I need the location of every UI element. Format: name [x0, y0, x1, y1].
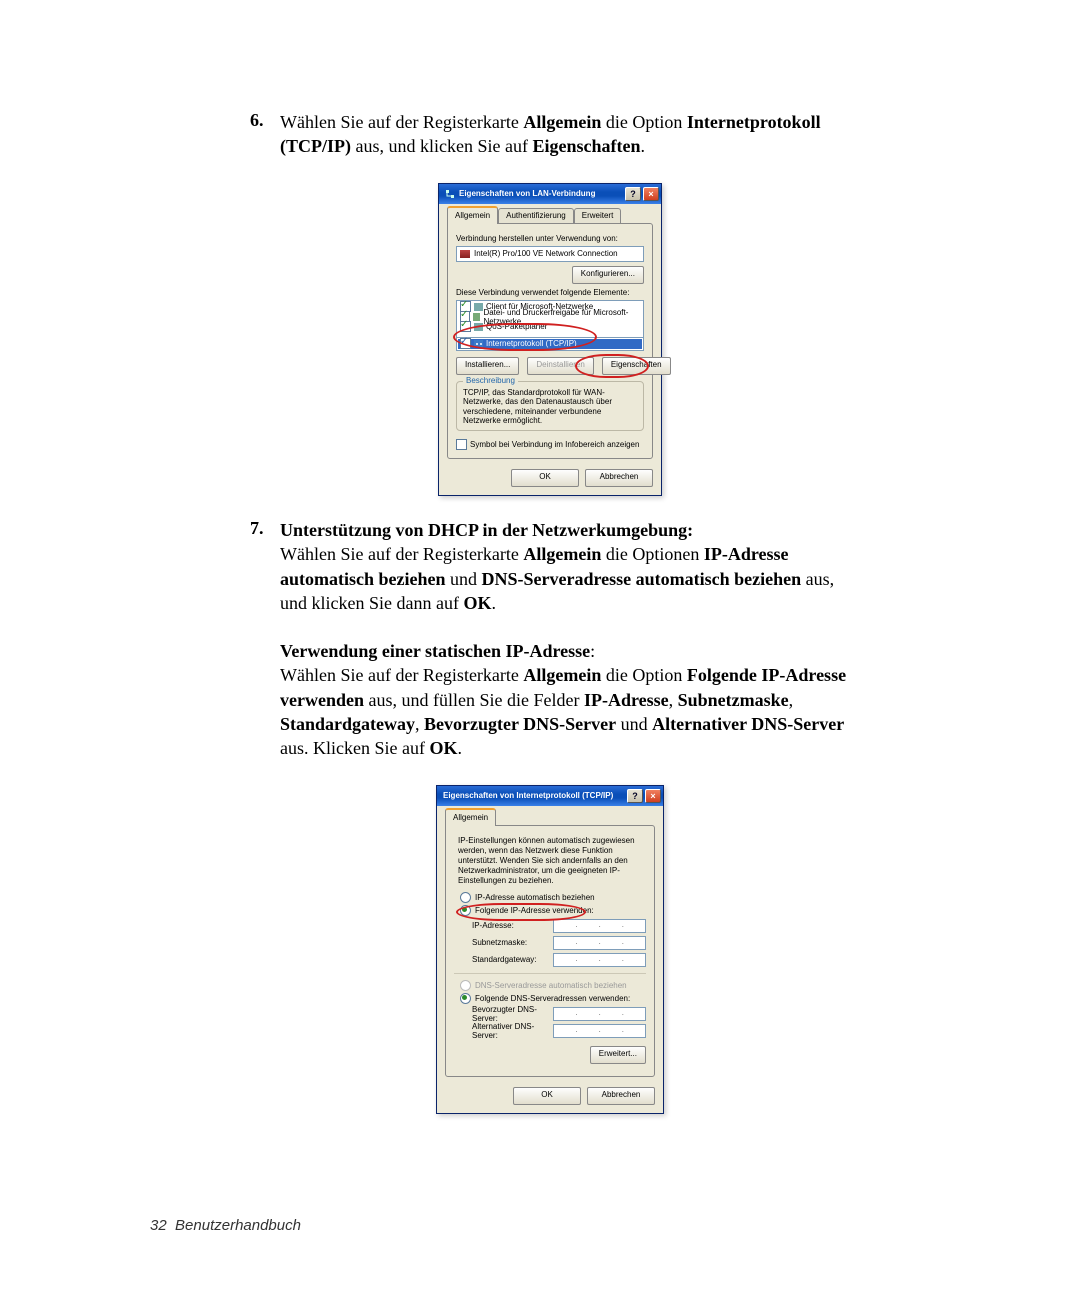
help-button[interactable]: ?	[625, 187, 641, 201]
radio-static-ip[interactable]: Folgende IP-Adresse verwenden:	[460, 905, 646, 916]
list-item-tcpip[interactable]: Internetprotokoll (TCP/IP)	[458, 339, 642, 349]
tray-icon-row[interactable]: Symbol bei Verbindung im Infobereich anz…	[456, 439, 644, 450]
gateway-input[interactable]: ...	[553, 953, 646, 967]
radio[interactable]	[460, 993, 471, 1004]
list-item-label: Internetprotokoll (TCP/IP)	[486, 339, 577, 348]
field-label: IP-Adresse:	[472, 921, 553, 930]
field-label: Bevorzugter DNS-Server:	[472, 1005, 553, 1023]
ip-address-input[interactable]: ...	[553, 919, 646, 933]
page-footer: 32 Benutzerhandbuch	[150, 1217, 301, 1234]
share-icon	[473, 313, 481, 321]
radio-label: Folgende DNS-Serveradressen verwenden:	[475, 994, 630, 1003]
description-group: Beschreibung TCP/IP, das Standardprotoko…	[456, 381, 644, 431]
nic-icon	[460, 250, 470, 258]
connection-icon	[445, 189, 455, 199]
radio[interactable]	[460, 892, 471, 903]
qos-icon	[474, 323, 483, 331]
tab-panel: Verbindung herstellen unter Verwendung v…	[447, 223, 653, 459]
radio-static-dns[interactable]: Folgende DNS-Serveradressen verwenden:	[460, 993, 646, 1004]
step-7-number: 7.	[250, 518, 280, 761]
dns-alt-input[interactable]: ...	[553, 1024, 646, 1038]
tab-allgemein[interactable]: Allgemein	[445, 808, 496, 826]
tray-label: Symbol bei Verbindung im Infobereich anz…	[470, 440, 639, 449]
static-ip-heading: Verwendung einer statischen IP-Adresse	[280, 641, 590, 661]
group-title: Beschreibung	[463, 376, 518, 385]
close-button[interactable]: ×	[645, 789, 661, 803]
uninstall-button: Deinstallieren	[527, 357, 593, 375]
adapter-field[interactable]: Intel(R) Pro/100 VE Network Connection	[456, 246, 644, 262]
configure-button[interactable]: Konfigurieren...	[572, 266, 644, 284]
help-button[interactable]: ?	[627, 789, 643, 803]
ok-button[interactable]: OK	[513, 1087, 581, 1105]
bold: Eigenschaften	[532, 136, 640, 156]
tab-erweitert[interactable]: Erweitert	[574, 208, 622, 223]
titlebar: Eigenschaften von Internetprotokoll (TCP…	[437, 786, 663, 806]
dns-alt-row: Alternativer DNS-Server:...	[472, 1024, 646, 1038]
tab-allgemein[interactable]: Allgemein	[447, 206, 498, 224]
text: die Option	[601, 112, 687, 132]
radio-label: Folgende IP-Adresse verwenden:	[475, 906, 594, 915]
text: Wählen Sie auf der Registerkarte	[280, 112, 523, 132]
radio-auto-ip[interactable]: IP-Adresse automatisch beziehen	[460, 892, 646, 903]
radio-label: DNS-Serveradresse automatisch beziehen	[475, 981, 627, 990]
advanced-button[interactable]: Erweitert...	[590, 1046, 646, 1064]
client-icon	[474, 303, 483, 311]
install-button[interactable]: Installieren...	[456, 357, 519, 375]
tray-checkbox[interactable]	[456, 439, 467, 450]
lan-properties-dialog: Eigenschaften von LAN-Verbindung ? × All…	[438, 183, 662, 496]
checkbox[interactable]	[460, 321, 471, 332]
dns-primary-input[interactable]: ...	[553, 1007, 646, 1021]
description-text: TCP/IP, das Standardprotokoll für WAN-Ne…	[463, 388, 637, 426]
network-icon	[474, 340, 483, 348]
text: aus, und klicken Sie auf	[351, 136, 532, 156]
tabs: Allgemein Authentifizierung Erweitert	[447, 206, 653, 224]
radio[interactable]	[460, 905, 471, 916]
bold: Allgemein	[523, 112, 601, 132]
gateway-row: Standardgateway:...	[472, 953, 646, 967]
screenshot-lan-properties: Eigenschaften von LAN-Verbindung ? × All…	[250, 183, 850, 496]
uses-label: Diese Verbindung verwendet folgende Elem…	[456, 288, 644, 297]
step-6: 6. Wählen Sie auf der Registerkarte Allg…	[250, 110, 850, 159]
footer-label: Benutzerhandbuch	[175, 1217, 301, 1234]
list-item-label: QoS-Paketplaner	[486, 322, 547, 331]
screenshot-tcpip-properties: Eigenschaften von Internetprotokoll (TCP…	[250, 785, 850, 1114]
titlebar: Eigenschaften von LAN-Verbindung ? ×	[439, 184, 661, 204]
step-7: 7. Unterstützung von DHCP in der Netzwer…	[250, 518, 850, 761]
tabs: Allgemein	[445, 808, 655, 826]
title-text: Eigenschaften von LAN-Verbindung	[459, 189, 623, 198]
title-text: Eigenschaften von Internetprotokoll (TCP…	[443, 791, 625, 800]
step-7-para2: Wählen Sie auf der Registerkarte Allgeme…	[280, 663, 850, 760]
step-7-body: Unterstützung von DHCP in der Netzwerkum…	[280, 518, 850, 761]
dhcp-heading: Unterstützung von DHCP in der Netzwerkum…	[280, 520, 693, 540]
step-6-number: 6.	[250, 110, 280, 159]
field-label: Subnetzmaske:	[472, 938, 553, 947]
subnet-input[interactable]: ...	[553, 936, 646, 950]
tab-auth[interactable]: Authentifizierung	[498, 208, 574, 223]
page-number: 32	[150, 1217, 167, 1234]
radio	[460, 980, 471, 991]
ip-address-row: IP-Adresse:...	[472, 919, 646, 933]
properties-button[interactable]: Eigenschaften	[602, 357, 671, 375]
ok-button[interactable]: OK	[511, 469, 579, 487]
cancel-button[interactable]: Abbrechen	[585, 469, 653, 487]
manual-page: 6. Wählen Sie auf der Registerkarte Allg…	[0, 0, 1080, 1196]
field-label: Standardgateway:	[472, 955, 553, 964]
connect-using-label: Verbindung herstellen unter Verwendung v…	[456, 234, 644, 243]
close-button[interactable]: ×	[643, 187, 659, 201]
field-label: Alternativer DNS-Server:	[472, 1022, 553, 1040]
tcpip-properties-dialog: Eigenschaften von Internetprotokoll (TCP…	[436, 785, 664, 1114]
radio-auto-dns: DNS-Serveradresse automatisch beziehen	[460, 980, 646, 991]
step-6-text: Wählen Sie auf der Registerkarte Allgeme…	[280, 110, 850, 159]
checkbox[interactable]	[460, 338, 471, 349]
step-7-para1: Wählen Sie auf der Registerkarte Allgeme…	[280, 542, 850, 615]
text: .	[640, 136, 645, 156]
components-listbox[interactable]: Client für Microsoft-Netzwerke Datei- un…	[456, 300, 644, 338]
tab-panel: IP-Einstellungen können automatisch zuge…	[445, 825, 655, 1077]
adapter-name: Intel(R) Pro/100 VE Network Connection	[474, 247, 618, 261]
dns-primary-row: Bevorzugter DNS-Server:...	[472, 1007, 646, 1021]
intro-text: IP-Einstellungen können automatisch zuge…	[458, 836, 642, 886]
cancel-button[interactable]: Abbrechen	[587, 1087, 655, 1105]
radio-label: IP-Adresse automatisch beziehen	[475, 893, 595, 902]
subnet-row: Subnetzmaske:...	[472, 936, 646, 950]
